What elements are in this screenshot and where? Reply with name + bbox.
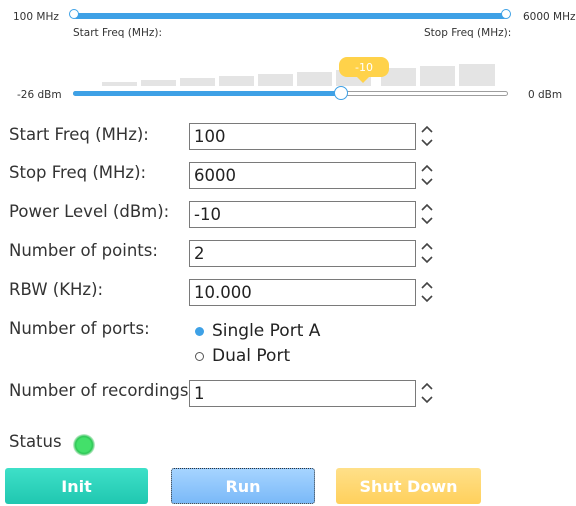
power-value-tooltip: -10 (339, 57, 389, 83)
power-step (459, 64, 495, 86)
power-step (180, 78, 215, 86)
status-label: Status (9, 432, 62, 451)
stop-freq-input[interactable] (189, 162, 416, 189)
power-slider-thumb[interactable] (333, 86, 348, 100)
status-indicator-icon (73, 434, 95, 456)
power-level-spinner[interactable] (420, 200, 434, 228)
freq-stop-handle[interactable] (501, 9, 511, 19)
power-slider-fill (73, 91, 341, 96)
chevron-up-down-icon[interactable] (420, 161, 434, 189)
power-step (258, 74, 293, 86)
start-freq-spinner[interactable] (420, 122, 434, 150)
power-level-input[interactable] (189, 201, 416, 228)
radio-single-port-a[interactable]: Single Port A (195, 321, 320, 341)
chevron-up-down-icon[interactable] (420, 200, 434, 228)
power-step (219, 76, 254, 86)
num-recordings-spinner[interactable] (420, 379, 434, 407)
init-button[interactable]: Init (5, 468, 148, 504)
freq-start-caption: Start Freq (MHz): (73, 27, 163, 39)
chevron-up-down-icon[interactable] (420, 239, 434, 267)
radio-dual-port-label: Dual Port (212, 346, 291, 366)
num-recordings-input[interactable] (189, 380, 416, 407)
rbw-input[interactable] (189, 279, 416, 306)
chevron-up-down-icon[interactable] (420, 278, 434, 306)
shutdown-button[interactable]: Shut Down (336, 468, 481, 504)
radio-dual-port[interactable]: Dual Port (195, 346, 290, 366)
freq-stop-caption: Stop Freq (MHz): (424, 27, 512, 39)
power-step (141, 80, 176, 86)
radio-unselected-indicator[interactable] (195, 351, 204, 361)
start-freq-input[interactable] (189, 123, 416, 150)
stop-freq-label: Stop Freq (MHz): (9, 163, 147, 182)
stop-freq-spinner[interactable] (420, 161, 434, 189)
power-step (420, 66, 455, 86)
power-level-label: Power Level (dBm): (9, 202, 170, 221)
start-freq-label: Start Freq (MHz): (9, 125, 149, 144)
freq-min-label: 100 MHz (13, 11, 59, 23)
rbw-label: RBW (KHz): (9, 280, 104, 299)
num-recordings-label: Number of recordings: (9, 381, 195, 400)
freq-range-track[interactable] (73, 13, 507, 19)
num-points-spinner[interactable] (420, 239, 434, 267)
radio-single-port-a-label: Single Port A (212, 321, 321, 341)
num-points-input[interactable] (189, 240, 416, 267)
power-step (102, 82, 137, 86)
num-points-label: Number of points: (9, 241, 158, 260)
freq-max-label: 6000 MHz (523, 11, 576, 23)
chevron-up-down-icon[interactable] (420, 379, 434, 407)
radio-selected-indicator[interactable] (195, 326, 204, 336)
run-button[interactable]: Run (171, 468, 315, 504)
num-ports-label: Number of ports: (9, 319, 150, 338)
power-step (297, 72, 332, 86)
chevron-up-down-icon[interactable] (420, 122, 434, 150)
rbw-spinner[interactable] (420, 278, 434, 306)
freq-start-handle[interactable] (69, 9, 79, 19)
power-min-label: -26 dBm (17, 89, 62, 101)
power-max-label: 0 dBm (528, 89, 563, 101)
